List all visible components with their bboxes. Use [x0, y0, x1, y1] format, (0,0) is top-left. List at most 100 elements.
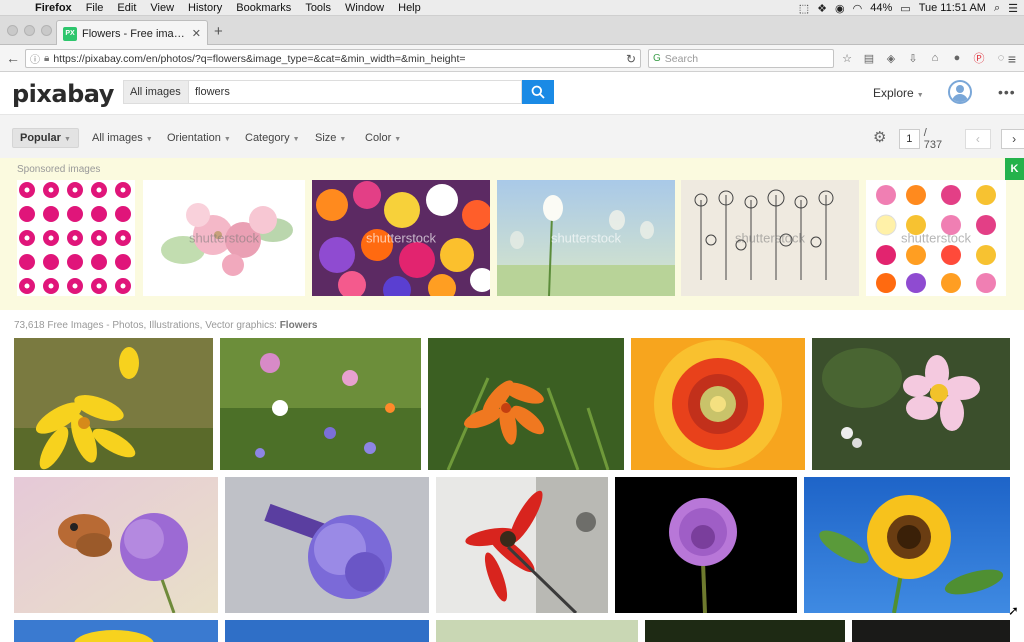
- menu-tools[interactable]: Tools: [298, 2, 338, 14]
- image-result[interactable]: [812, 338, 1010, 470]
- sponsored-image[interactable]: shutterstock: [312, 180, 490, 296]
- sponsored-image[interactable]: shutterstock: [681, 180, 859, 296]
- url-text[interactable]: https://pixabay.com/en/photos/?q=flowers…: [53, 53, 622, 65]
- mac-menubar: Firefox File Edit View History Bookmarks…: [0, 0, 1024, 16]
- search-input[interactable]: flowers: [188, 80, 522, 104]
- filter-size[interactable]: Size ▼: [315, 132, 346, 144]
- image-result[interactable]: [804, 477, 1010, 613]
- menu-file[interactable]: File: [79, 2, 111, 14]
- filter-all-images[interactable]: All images ▼: [92, 132, 153, 144]
- feedback-badge[interactable]: K: [1005, 158, 1024, 180]
- watermark: shutterstock: [550, 230, 622, 246]
- chevron-down-icon: ▼: [223, 136, 231, 143]
- image-result[interactable]: [631, 338, 805, 470]
- image-type-label: All images: [130, 86, 181, 98]
- image-result[interactable]: [14, 338, 213, 470]
- pocket-icon[interactable]: ◈: [884, 51, 898, 65]
- bookmark-star-icon[interactable]: ☆: [840, 51, 854, 65]
- url-bar[interactable]: ⓘ 🔒︎ https://pixabay.com/en/photos/?q=fl…: [25, 49, 641, 68]
- next-page-button[interactable]: ›: [1001, 129, 1024, 149]
- menu-bookmarks[interactable]: Bookmarks: [229, 2, 298, 14]
- filter-orientation[interactable]: Orientation ▼: [167, 132, 231, 144]
- lock-icon[interactable]: 🔒︎: [44, 53, 49, 64]
- close-tab-icon[interactable]: ✕: [192, 27, 201, 40]
- wifi-icon[interactable]: ◠: [853, 2, 863, 15]
- image-result[interactable]: [852, 620, 1010, 642]
- chevron-down-icon: ▼: [916, 92, 924, 99]
- back-button[interactable]: ←: [4, 49, 22, 68]
- tab-strip: PX Flowers - Free images on P... ✕ +: [0, 16, 1024, 46]
- chat-icon[interactable]: ●: [950, 51, 964, 65]
- image-result[interactable]: [225, 620, 429, 642]
- image-result[interactable]: [615, 477, 797, 613]
- browser-search-field[interactable]: G Search: [648, 49, 834, 68]
- image-result[interactable]: [645, 620, 845, 642]
- filter-orientation-label: Orientation: [167, 132, 221, 144]
- spotlight-icon[interactable]: ⌕: [994, 2, 1000, 15]
- settings-gear-icon[interactable]: ⚙: [873, 128, 886, 146]
- close-window-button[interactable]: [7, 25, 18, 36]
- tab-flowers[interactable]: PX Flowers - Free images on P... ✕: [56, 20, 208, 46]
- menu-help[interactable]: Help: [391, 2, 428, 14]
- menu-history[interactable]: History: [181, 2, 229, 14]
- sort-popular-dropdown[interactable]: Popular ▼: [12, 128, 79, 148]
- filter-all-images-label: All images: [92, 132, 143, 144]
- minimize-window-button[interactable]: [24, 25, 35, 36]
- tab-title: Flowers - Free images on P...: [82, 27, 187, 40]
- menu-app[interactable]: Firefox: [28, 2, 79, 14]
- pixabay-logo[interactable]: pixabay: [12, 80, 114, 108]
- image-result[interactable]: [14, 620, 218, 642]
- image-result[interactable]: [220, 338, 421, 470]
- image-type-select[interactable]: All images ▼: [123, 80, 194, 104]
- pinterest-icon[interactable]: Ⓟ: [972, 51, 986, 65]
- window-controls: [7, 25, 52, 36]
- reader-list-icon[interactable]: ▤: [862, 51, 876, 65]
- results-count: 73,618 Free Images - Photos, Illustratio…: [14, 320, 318, 331]
- menu-edit[interactable]: Edit: [110, 2, 143, 14]
- watermark: shutterstock: [365, 230, 437, 246]
- search-button[interactable]: [522, 80, 554, 104]
- new-tab-button[interactable]: +: [214, 24, 223, 39]
- image-result[interactable]: [225, 477, 429, 613]
- explore-menu[interactable]: Explore ▼: [873, 86, 924, 100]
- browser-menu-icon[interactable]: ≡: [1008, 51, 1016, 67]
- sponsored-image[interactable]: shutterstock: [866, 180, 1006, 296]
- sync-icon[interactable]: ◉: [835, 2, 845, 15]
- sponsored-image[interactable]: shutterstock: [143, 180, 305, 296]
- notification-center-icon[interactable]: ☰: [1008, 2, 1018, 15]
- prev-page-button[interactable]: ‹: [964, 129, 991, 149]
- image-result[interactable]: [14, 477, 218, 613]
- image-result[interactable]: [428, 338, 624, 470]
- sponsored-image[interactable]: [17, 180, 135, 296]
- screenshot-icon[interactable]: ⬚: [799, 2, 809, 15]
- battery-icon[interactable]: ▭: [900, 2, 910, 15]
- image-result[interactable]: [436, 620, 638, 642]
- menu-window[interactable]: Window: [338, 2, 391, 14]
- downloads-icon[interactable]: ⇩: [906, 51, 920, 65]
- page-number-input[interactable]: 1: [899, 129, 920, 149]
- site-search: All images ▼ flowers: [123, 80, 554, 104]
- filter-category[interactable]: Category ▼: [245, 132, 300, 144]
- battery-percent: 44%: [870, 2, 893, 14]
- sponsored-section: Sponsored images shutterstock shuttersto…: [0, 158, 1024, 310]
- image-result[interactable]: [436, 477, 608, 613]
- chevron-down-icon: ▼: [394, 136, 402, 143]
- watermark: shutterstock: [188, 230, 260, 246]
- search-engine-icon[interactable]: G: [653, 53, 661, 64]
- clock[interactable]: Tue 11:51 AM: [919, 2, 986, 14]
- info-icon[interactable]: ⓘ: [30, 51, 40, 66]
- menu-view[interactable]: View: [143, 2, 181, 14]
- sort-label: Popular: [20, 132, 61, 144]
- zoom-window-button[interactable]: [41, 25, 52, 36]
- more-options-icon[interactable]: •••: [998, 84, 1016, 100]
- pixabay-favicon-icon: PX: [63, 26, 77, 41]
- extension-icon[interactable]: ◌: [994, 51, 1008, 65]
- user-avatar-icon[interactable]: [948, 80, 972, 104]
- sponsored-image[interactable]: shutterstock: [497, 180, 675, 296]
- home-icon[interactable]: ⌂: [928, 51, 942, 65]
- explore-label: Explore: [873, 86, 914, 100]
- reload-icon[interactable]: ↻: [626, 52, 636, 66]
- dropbox-icon[interactable]: ❖: [817, 2, 827, 15]
- filter-color[interactable]: Color ▼: [365, 132, 401, 144]
- nav-bar: ← ⓘ 🔒︎ https://pixabay.com/en/photos/?q=…: [0, 45, 1024, 72]
